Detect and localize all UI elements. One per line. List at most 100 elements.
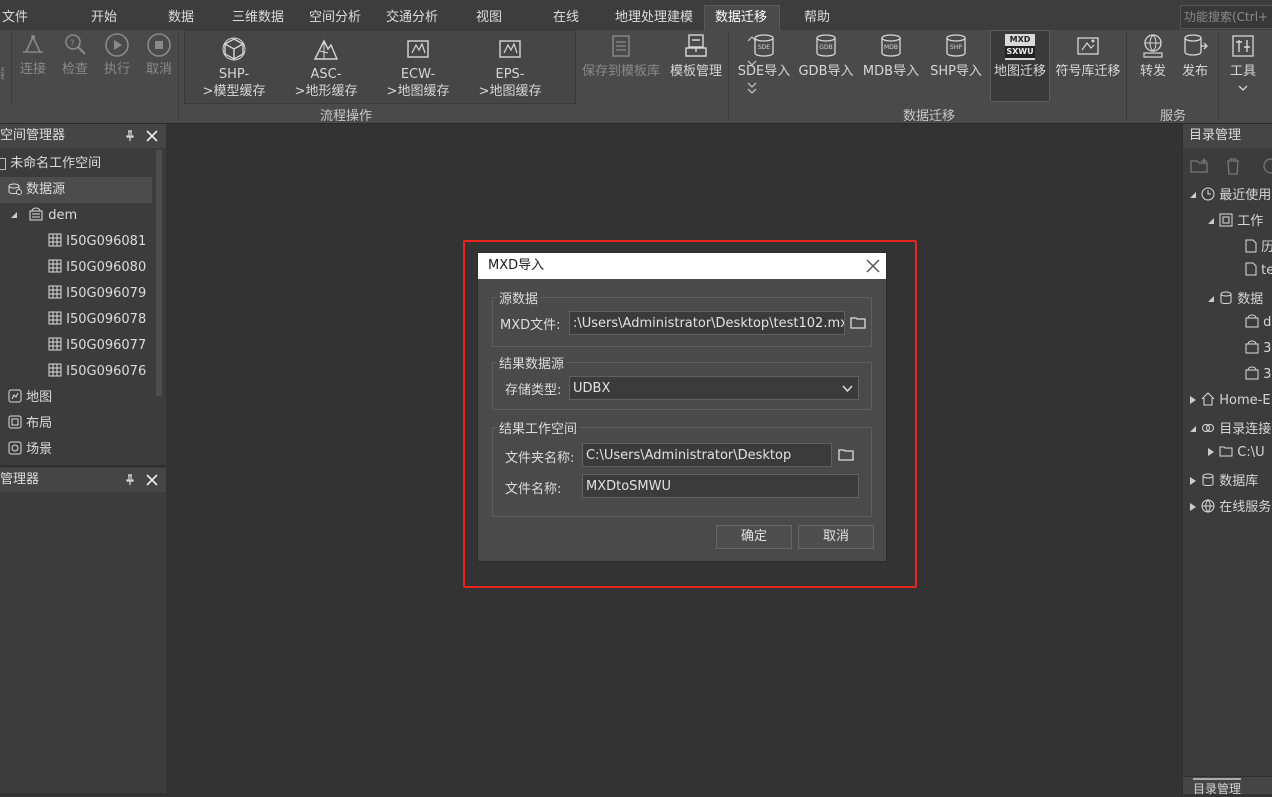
datasources-label: 数据源	[26, 182, 66, 197]
ecw-map-cache-button[interactable]: ECW- >地图缓存	[383, 35, 453, 100]
shp-import-button[interactable]: SHP SHP导入	[928, 32, 984, 80]
browse-folder-icon[interactable]	[848, 313, 868, 333]
tree-dataset-row[interactable]: I50G096078	[0, 307, 152, 333]
catalog-item-folder[interactable]: C:\U	[1207, 444, 1265, 460]
menu-start[interactable]: 开始	[91, 6, 117, 25]
catalog-item-file[interactable]: te	[1245, 262, 1272, 278]
gdb-import-button[interactable]: GDB GDB导入	[798, 32, 854, 80]
close-icon[interactable]	[146, 474, 158, 486]
menu-traffic-analysis[interactable]: 交通分析	[386, 6, 438, 25]
datasource-icon	[8, 183, 22, 195]
tools-button[interactable]: 工具	[1226, 32, 1260, 97]
ecw-cache-line1: ECW-	[400, 67, 436, 82]
dialog-title-bar: MXD导入	[478, 253, 886, 279]
symbol-lib-migrate-label: 符号库迁移	[1055, 64, 1121, 79]
symbol-lib-migrate-button[interactable]: 符号库迁移	[1054, 32, 1122, 80]
delete-icon[interactable]	[1223, 156, 1243, 176]
refresh-icon[interactable]	[1261, 156, 1272, 176]
stop-icon	[147, 33, 171, 57]
cancel-button[interactable]: 取消	[798, 525, 874, 549]
menu-view[interactable]: 视图	[476, 6, 502, 25]
map-migrate-button[interactable]: MXD SXWU 地图迁移	[990, 30, 1050, 102]
catalog-item-home[interactable]: Home-E	[1189, 392, 1271, 408]
home-icon	[1201, 392, 1215, 406]
result-datasource-group: 结果数据源 存储类型: UDBX	[492, 353, 872, 410]
ribbon-separator	[1218, 32, 1219, 120]
catalog-item-img[interactable]: 3	[1245, 340, 1271, 356]
pin-icon[interactable]	[124, 474, 136, 486]
close-icon[interactable]	[146, 130, 158, 142]
folder-name-input[interactable]: C:\Users\Administrator\Desktop	[582, 443, 832, 467]
workspace-manager-title: 空间管理器	[0, 128, 66, 143]
cancel-flow-button[interactable]: 取消	[144, 32, 174, 78]
menu-3d-data[interactable]: 三维数据	[232, 6, 284, 25]
tree-dataset-row[interactable]: I50G096076	[0, 359, 152, 385]
save-template-label: 保存到模板库	[582, 64, 661, 79]
menu-spatial-analysis[interactable]: 空间分析	[309, 6, 361, 25]
connect-button[interactable]: 连接	[18, 32, 48, 78]
menu-online[interactable]: 在线	[553, 6, 579, 25]
chevron-down-icon	[1238, 85, 1248, 91]
tree-maps[interactable]: 地图	[0, 385, 152, 411]
tree-dataset-row[interactable]: I50G096080	[0, 255, 152, 281]
shp-model-cache-button[interactable]: SHP- >模型缓存	[199, 35, 269, 100]
tree-scenes[interactable]: 场景	[0, 437, 152, 463]
tree-dataset-row[interactable]: I50G096081	[0, 229, 152, 255]
tree-dataset-row[interactable]: I50G096079	[0, 281, 152, 307]
catalog-item-recent[interactable]: 最近使用	[1189, 184, 1271, 203]
asc-terrain-cache-button[interactable]: ASC- >地形缓存	[291, 35, 361, 100]
function-search-input[interactable]: 功能搜索(Ctrl+	[1180, 5, 1272, 29]
tree-dataset-row[interactable]: I50G096077	[0, 333, 152, 359]
forward-button[interactable]: 转发	[1136, 32, 1170, 80]
file-name-input[interactable]: MXDtoSMWU	[582, 474, 859, 498]
catalog-item-connection[interactable]: 目录连接	[1189, 418, 1271, 437]
tree-datasources[interactable]: 数据源	[0, 177, 152, 203]
menu-file[interactable]: 文件	[2, 6, 28, 25]
tree-dem[interactable]: dem	[0, 203, 152, 229]
play-icon	[105, 33, 129, 57]
grid-dataset-icon	[48, 259, 62, 273]
template-manage-button[interactable]: 模板管理	[668, 32, 724, 80]
storage-type-select[interactable]: UDBX	[569, 376, 859, 400]
ok-button[interactable]: 确定	[716, 525, 792, 549]
menu-geoprocessing[interactable]: 地理处理建模	[615, 6, 693, 25]
menu-help[interactable]: 帮助	[804, 6, 830, 25]
pin-icon[interactable]	[124, 130, 136, 142]
expanded-triangle-icon	[1190, 426, 1196, 432]
mdb-import-button[interactable]: MDB MDB导入	[862, 32, 920, 80]
tree-workspace[interactable]: 未命名工作空间	[0, 151, 152, 177]
catalog-item-file[interactable]: 历	[1245, 236, 1272, 255]
eps-map-cache-button[interactable]: EPS- >地图缓存	[475, 35, 545, 100]
tree-layouts[interactable]: 布局	[0, 411, 152, 437]
catalog-item-datasource[interactable]: 数据	[1207, 288, 1263, 307]
map-icon	[8, 389, 22, 403]
menu-data-migration[interactable]: 数据迁移	[715, 6, 767, 25]
execute-button[interactable]: 执行	[102, 32, 132, 78]
save-template-button[interactable]: 保存到模板库	[582, 32, 660, 80]
menu-data[interactable]: 数据	[168, 6, 194, 25]
browse-folder-icon[interactable]	[836, 445, 856, 465]
catalog-item-img[interactable]: 3	[1245, 366, 1271, 382]
ribbon-separator	[728, 32, 729, 120]
catalog-item-database[interactable]: 数据库	[1189, 470, 1258, 489]
sde-import-button[interactable]: SDE SDE导入	[736, 32, 792, 80]
new-folder-icon[interactable]	[1189, 156, 1209, 176]
file-icon	[1245, 262, 1257, 276]
catalog-item-online[interactable]: 在线服务	[1189, 496, 1271, 515]
publish-button[interactable]: 发布	[1178, 32, 1212, 80]
save-template-icon	[612, 35, 630, 57]
workspace-manager-panel: 空间管理器 未命名工作空间 数据源 dem I50G096081 I50G096…	[0, 124, 166, 793]
close-icon[interactable]	[866, 259, 880, 273]
chevron-down-icon	[842, 385, 853, 393]
catalog-item-workspace[interactable]: 工作	[1207, 210, 1263, 229]
catalog-title: 目录管理	[1183, 124, 1272, 148]
mxd-file-input[interactable]: :\Users\Administrator\Desktop\test102.mx…	[569, 311, 845, 335]
catalog-item-ds[interactable]: d	[1245, 314, 1271, 330]
storage-type-value: UDBX	[573, 381, 611, 396]
tree-scrollbar[interactable]	[156, 150, 162, 396]
dataset-label: I50G096076	[66, 364, 147, 379]
grid-dataset-icon	[48, 337, 62, 351]
sde-import-label: SDE导入	[737, 64, 791, 79]
check-button[interactable]: ? 检查	[60, 32, 90, 78]
tab-catalog[interactable]: 目录管理	[1193, 778, 1242, 797]
